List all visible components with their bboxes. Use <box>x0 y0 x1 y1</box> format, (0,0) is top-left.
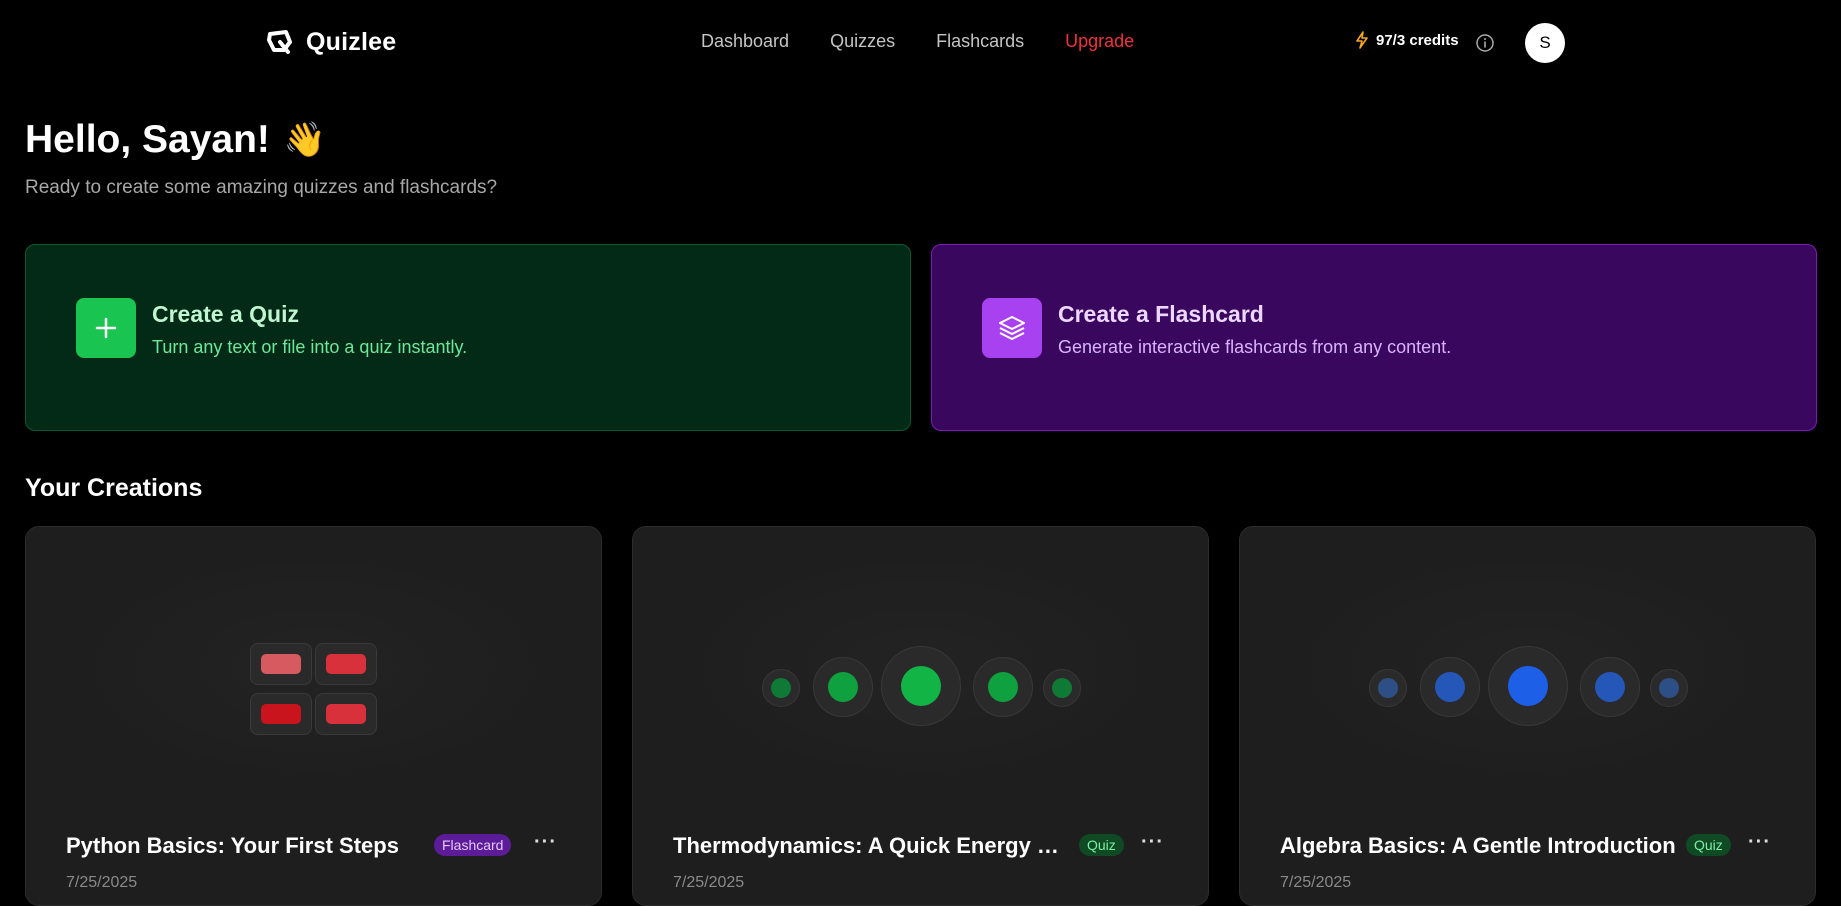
creation-title: Algebra Basics: A Gentle Introduction <box>1280 833 1676 858</box>
preview-dot <box>1420 657 1480 717</box>
creation-date: 7/25/2025 <box>66 874 138 891</box>
preview-dot <box>762 669 800 707</box>
creation-card[interactable]: Thermodynamics: A Quick Energy Guide Qui… <box>632 526 1209 906</box>
more-options-button[interactable]: ··· <box>534 831 557 854</box>
type-badge: Quiz <box>1079 834 1124 856</box>
type-badge: Flashcard <box>434 834 512 856</box>
quizlee-logo-icon <box>267 30 292 54</box>
preview-tile <box>250 693 312 735</box>
type-badge: Quiz <box>1686 834 1731 856</box>
preview-dot <box>973 657 1033 717</box>
creation-title: Python Basics: Your First Steps <box>66 833 399 858</box>
nav-links: Dashboard Quizzes Flashcards Upgrade <box>701 31 1134 52</box>
creation-date: 7/25/2025 <box>673 874 745 891</box>
bolt-icon <box>1356 31 1368 49</box>
preview-tile <box>250 643 312 685</box>
credits-display: 97/3 credits <box>1354 31 1459 49</box>
top-nav: Quizlee Dashboard Quizzes Flashcards Upg… <box>0 0 1841 84</box>
preview-dot <box>1650 669 1688 707</box>
nav-quizzes[interactable]: Quizzes <box>830 31 895 52</box>
preview-tile <box>315 693 377 735</box>
create-flashcard-desc: Generate interactive flashcards from any… <box>1058 337 1452 357</box>
more-options-button[interactable]: ··· <box>1141 831 1164 854</box>
nav-dashboard[interactable]: Dashboard <box>701 31 789 52</box>
creation-card[interactable]: Python Basics: Your First Steps Flashcar… <box>25 526 602 906</box>
preview-dot <box>813 657 873 717</box>
wave-emoji: 👋 <box>283 121 327 159</box>
quiz-preview <box>1240 527 1815 807</box>
create-quiz-desc: Turn any text or file into a quiz instan… <box>152 337 468 357</box>
layers-icon <box>982 298 1042 358</box>
nav-flashcards[interactable]: Flashcards <box>936 31 1024 52</box>
greeting: Hello, Sayan! 👋 <box>25 118 326 162</box>
your-creations-heading: Your Creations <box>25 474 203 502</box>
greeting-text: Hello, Sayan! <box>25 118 270 161</box>
quiz-preview <box>633 527 1208 807</box>
preview-tile <box>315 643 377 685</box>
more-options-button[interactable]: ··· <box>1748 831 1771 854</box>
create-flashcard-title: Create a Flashcard <box>1058 301 1264 327</box>
greeting-subtitle: Ready to create some amazing quizzes and… <box>25 177 498 198</box>
creation-date: 7/25/2025 <box>1280 874 1352 891</box>
nav-upgrade[interactable]: Upgrade <box>1065 31 1134 52</box>
app-name: Quizlee <box>306 27 397 56</box>
flashcard-preview <box>26 527 601 807</box>
create-quiz-card[interactable]: Create a Quiz Turn any text or file into… <box>25 244 911 431</box>
logo[interactable]: Quizlee <box>266 26 396 58</box>
preview-dot <box>881 646 961 726</box>
plus-icon <box>76 298 136 358</box>
preview-dot <box>1580 657 1640 717</box>
create-quiz-title: Create a Quiz <box>152 301 299 327</box>
avatar[interactable]: S <box>1525 23 1565 63</box>
creation-card[interactable]: Algebra Basics: A Gentle Introduction Qu… <box>1239 526 1816 906</box>
preview-dot <box>1043 669 1081 707</box>
preview-dot <box>1488 646 1568 726</box>
credits-text: 97/3 credits <box>1376 31 1459 49</box>
preview-dot <box>1369 669 1407 707</box>
create-flashcard-card[interactable]: Create a Flashcard Generate interactive … <box>931 244 1817 431</box>
creation-title: Thermodynamics: A Quick Energy Guide <box>673 833 1071 858</box>
info-icon[interactable] <box>1475 33 1495 53</box>
